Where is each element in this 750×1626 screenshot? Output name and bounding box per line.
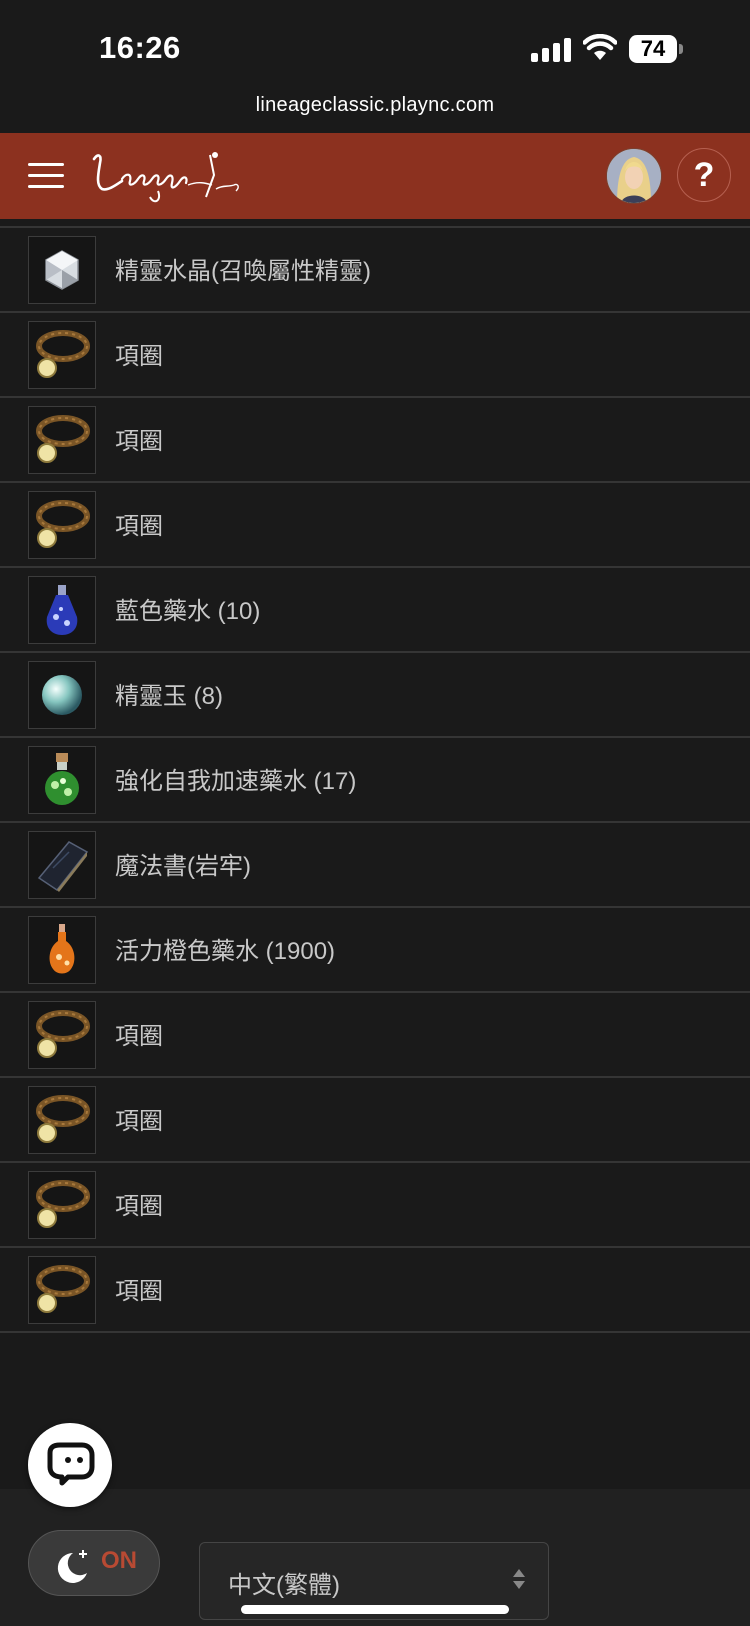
- user-avatar[interactable]: [606, 148, 662, 204]
- item-label: 項圈: [115, 1108, 163, 1135]
- list-item[interactable]: 項圈: [0, 311, 750, 396]
- collar-icon: [28, 1256, 96, 1324]
- collar-icon: [28, 491, 96, 559]
- language-value: 中文(繁體): [228, 1572, 340, 1599]
- item-label: 項圈: [115, 513, 163, 540]
- item-label: 項圈: [115, 343, 163, 370]
- home-indicator: [241, 1605, 509, 1614]
- list-item[interactable]: 精靈水晶(召喚屬性精靈): [0, 226, 750, 311]
- list-item[interactable]: 項圈: [0, 396, 750, 481]
- list-item[interactable]: 項圈: [0, 1246, 750, 1333]
- collar-icon: [28, 1086, 96, 1154]
- item-label: 項圈: [115, 428, 163, 455]
- list-item[interactable]: 魔法書(岩牢): [0, 821, 750, 906]
- item-label: 項圈: [115, 1193, 163, 1220]
- spirit-orb-icon: [28, 661, 96, 729]
- chat-bot-icon: [47, 1442, 95, 1486]
- list-item[interactable]: 精靈玉 (8): [0, 651, 750, 736]
- list-item[interactable]: 藍色藥水 (10): [0, 566, 750, 651]
- orange-potion-icon: [28, 916, 96, 984]
- item-label: 活力橙色藥水 (1900): [115, 938, 336, 965]
- green-potion-icon: [28, 746, 96, 814]
- item-label: 魔法書(岩牢): [115, 853, 251, 880]
- item-label: 精靈玉 (8): [115, 683, 223, 710]
- list-item[interactable]: 強化自我加速藥水 (17): [0, 736, 750, 821]
- item-label: 項圈: [115, 1278, 163, 1305]
- item-label: 精靈水晶(召喚屬性精靈): [115, 258, 371, 285]
- collar-icon: [28, 406, 96, 474]
- address-bar-url[interactable]: lineageclassic.plaync.com: [0, 94, 750, 117]
- chat-support-button[interactable]: [28, 1423, 112, 1507]
- list-item[interactable]: 項圈: [0, 1076, 750, 1161]
- item-label: 項圈: [115, 1023, 163, 1050]
- item-label: 藍色藥水 (10): [115, 598, 261, 625]
- item-label: 強化自我加速藥水 (17): [115, 768, 357, 795]
- dark-mode-toggle[interactable]: ON: [28, 1530, 160, 1596]
- collar-icon: [28, 1001, 96, 1069]
- spellbook-icon: [28, 831, 96, 899]
- site-header: ?: [0, 133, 750, 219]
- blue-potion-icon: [28, 576, 96, 644]
- wifi-icon: [583, 34, 617, 60]
- list-item[interactable]: 項圈: [0, 1161, 750, 1246]
- list-item[interactable]: 項圈: [0, 991, 750, 1076]
- select-arrows-icon: [513, 1569, 525, 1589]
- item-list: 精靈水晶(召喚屬性精靈) 項圈 項圈 項圈 藍色藥水 (10) 精靈玉 (8): [0, 226, 750, 1333]
- help-button[interactable]: ?: [677, 148, 731, 202]
- status-time: 16:26: [99, 30, 181, 65]
- moon-icon: [57, 1550, 87, 1583]
- collar-icon: [28, 1171, 96, 1239]
- cellular-signal-icon: [531, 38, 573, 62]
- status-bar: 16:26 74 lineageclassic.plaync.com: [0, 0, 750, 116]
- list-item[interactable]: 項圈: [0, 481, 750, 566]
- toggle-state-label: ON: [101, 1547, 137, 1574]
- battery-indicator: 74: [629, 35, 683, 63]
- menu-icon[interactable]: [28, 163, 64, 189]
- lineage-classic-logo[interactable]: [88, 145, 248, 207]
- crystal-icon: [28, 236, 96, 304]
- collar-icon: [28, 321, 96, 389]
- list-item[interactable]: 活力橙色藥水 (1900): [0, 906, 750, 991]
